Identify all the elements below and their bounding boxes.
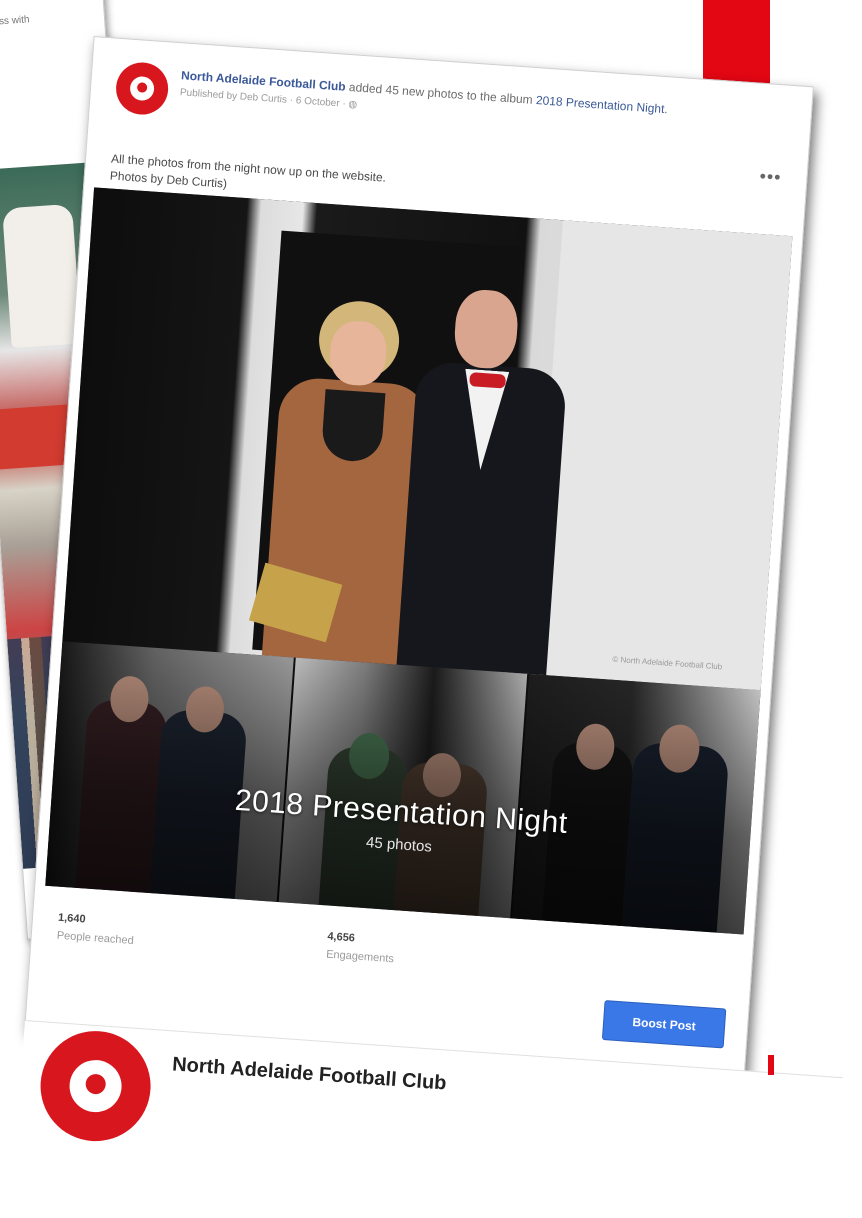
red-header-tab xyxy=(703,0,770,90)
more-options-icon[interactable]: ••• xyxy=(759,166,782,188)
globe-icon: ◍ xyxy=(348,98,358,111)
post-card: North Adelaide Football Club added 45 ne… xyxy=(24,36,814,1081)
boost-post-button[interactable]: Boost Post xyxy=(601,1000,727,1049)
next-post-page-name[interactable]: North Adelaide Football Club xyxy=(171,1053,447,1095)
reach-stat[interactable]: 1,640 People reached xyxy=(56,912,135,947)
engagements-value: 4,656 xyxy=(326,930,356,945)
main-photo[interactable]: © North Adelaide Football Club xyxy=(62,187,793,691)
photo-grid: © North Adelaide Football Club 2018 Pres… xyxy=(45,187,793,935)
previous-post-snippet: ss with xyxy=(0,14,30,28)
engagements-label: Engagements xyxy=(325,948,395,966)
club-logo-icon xyxy=(129,75,155,102)
published-by[interactable]: Published by Deb Curtis xyxy=(180,87,288,105)
club-logo-icon xyxy=(67,1058,124,1114)
reach-label: People reached xyxy=(56,929,135,948)
page-avatar[interactable] xyxy=(114,60,170,117)
next-post-avatar[interactable] xyxy=(36,1027,155,1145)
post-date[interactable]: 6 October xyxy=(295,95,340,109)
engagements-stat[interactable]: 4,656 Engagements xyxy=(326,931,396,966)
reach-value: 1,640 xyxy=(57,911,86,926)
post-header-text: North Adelaide Football Club added 45 ne… xyxy=(179,67,740,140)
red-accent xyxy=(768,1055,774,1075)
